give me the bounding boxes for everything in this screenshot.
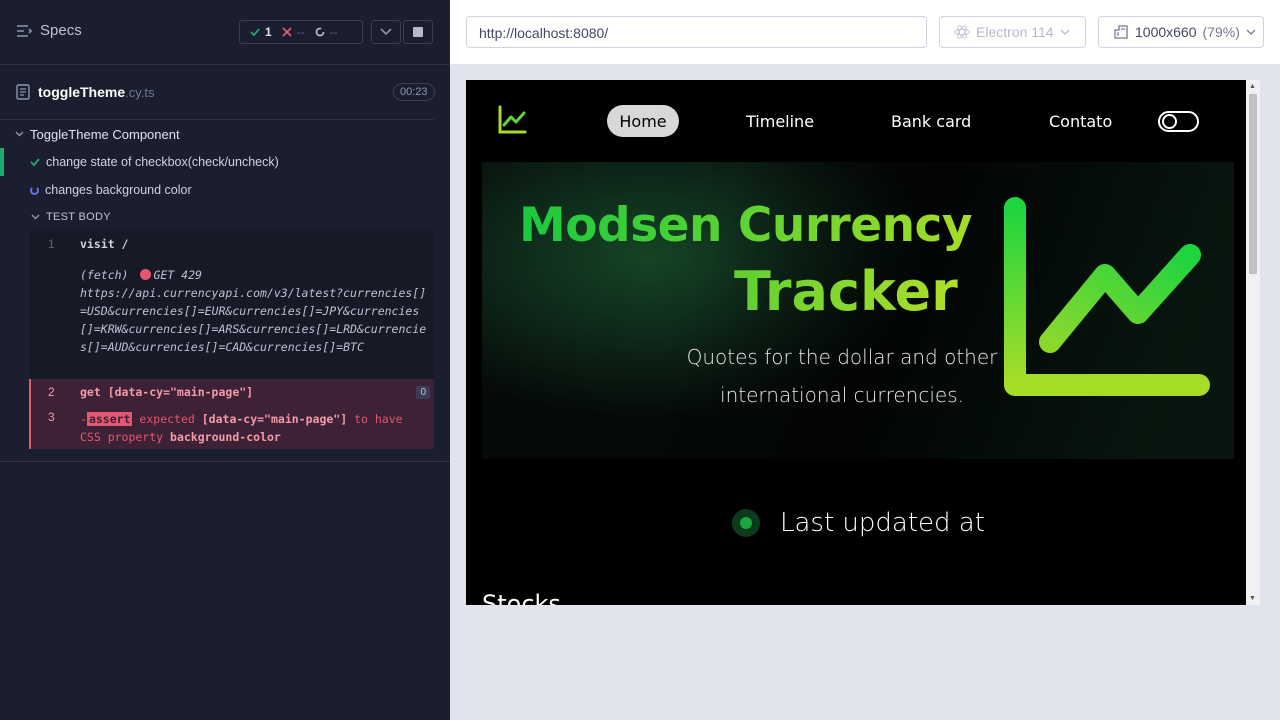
failed-stat: -- xyxy=(282,25,305,39)
assert-message: - assert expected [data-cy="main-page"] t… xyxy=(80,412,403,444)
fetch-log: (fetch) GET 429 https://api.currencyapi.c… xyxy=(80,266,428,356)
toggle-knob xyxy=(1162,114,1177,129)
pending-stat: -- xyxy=(315,25,338,39)
hero-title-line2: Tracker xyxy=(734,260,958,323)
passed-stat: 1 xyxy=(250,25,272,39)
element-count-badge: 0 xyxy=(416,386,430,399)
spec-file-ext: .cy.ts xyxy=(125,85,155,100)
fetch-url: https://api.currencyapi.com/v3/latest?cu… xyxy=(80,286,427,354)
nav-timeline[interactable]: Timeline xyxy=(746,105,814,137)
specs-label: Specs xyxy=(40,22,82,39)
command-number: 3 xyxy=(48,410,55,424)
test-title: changes background color xyxy=(45,183,192,197)
nav-home[interactable]: Home xyxy=(607,105,679,137)
check-icon xyxy=(30,158,40,167)
chevron-down-icon xyxy=(15,131,24,137)
spec-duration: 00:23 xyxy=(393,83,435,101)
viewport-size: 1000x660 xyxy=(1135,24,1197,40)
fetch-status: GET 429 xyxy=(153,268,202,282)
stop-button[interactable] xyxy=(403,20,433,44)
test-title: change state of checkbox(check/uncheck) xyxy=(46,155,279,169)
x-icon xyxy=(282,27,292,37)
specs-header: Specs 1 -- -- xyxy=(0,0,450,65)
app-scrollbar[interactable]: ▲ ▼ xyxy=(1246,80,1260,605)
suite-row[interactable]: ToggleTheme Component xyxy=(0,120,434,148)
last-updated: Last updated at xyxy=(732,508,985,538)
command-text: visit / xyxy=(80,237,129,251)
specs-toggle[interactable]: Specs xyxy=(16,22,82,39)
scroll-thumb[interactable] xyxy=(1249,94,1257,274)
hero-title-line1: Modsen Currency xyxy=(519,198,973,253)
test-row[interactable]: change state of checkbox(check/uncheck) xyxy=(0,148,434,176)
scroll-down-icon[interactable]: ▼ xyxy=(1249,595,1256,602)
command-text: get [data-cy="main-page"] xyxy=(80,385,254,399)
stop-icon xyxy=(413,27,423,37)
aut-toolbar: http://localhost:8080/ Electron 114 1000… xyxy=(450,0,1280,64)
chevron-down-icon xyxy=(31,214,40,220)
nav-contato[interactable]: Contato xyxy=(1049,105,1112,137)
url-bar[interactable]: http://localhost:8080/ xyxy=(466,16,927,48)
chevron-down-button[interactable] xyxy=(371,20,401,44)
last-updated-text: Last updated at xyxy=(780,508,985,538)
test-body-toggle[interactable]: TEST BODY xyxy=(0,204,434,230)
aut-panel: http://localhost:8080/ Electron 114 1000… xyxy=(450,0,1280,720)
command-number: 2 xyxy=(48,385,55,399)
viewport-select[interactable]: 1000x660 (79%) xyxy=(1098,16,1264,48)
browser-name: Electron 114 xyxy=(976,24,1054,40)
runner-panel: Specs 1 -- -- toggleTheme.cy.ts 00:23 To… xyxy=(0,0,450,720)
browser-select[interactable]: Electron 114 xyxy=(939,16,1086,48)
spec-file[interactable]: toggleTheme.cy.ts xyxy=(16,84,155,100)
app-navbar: Home Timeline Bank card Contato xyxy=(466,104,1246,138)
nav-bank-card[interactable]: Bank card xyxy=(891,105,971,137)
document-icon xyxy=(16,84,30,100)
fetch-label: (fetch) xyxy=(80,268,129,282)
status-dot-icon xyxy=(732,509,760,537)
check-icon xyxy=(250,28,260,37)
running-spinner-icon xyxy=(30,185,39,195)
command-assert[interactable]: 3 - assert expected [data-cy="main-page"]… xyxy=(29,405,434,449)
hero-banner: Modsen Currency Tracker Quotes for the d… xyxy=(482,162,1234,459)
specs-menu-icon xyxy=(17,24,32,37)
theme-toggle[interactable] xyxy=(1158,111,1199,132)
command-get[interactable]: 2 get [data-cy="main-page"] 0 xyxy=(29,379,434,405)
test-row[interactable]: changes background color xyxy=(0,176,434,204)
app-under-test: Home Timeline Bank card Contato Modsen C… xyxy=(466,80,1246,605)
chevron-down-icon xyxy=(380,28,392,36)
hero-subtitle: Quotes for the dollar and other internat… xyxy=(686,345,998,407)
chevron-down-icon xyxy=(1060,29,1070,35)
chart-logo-icon[interactable] xyxy=(497,104,527,136)
assert-keyword: assert xyxy=(86,412,133,426)
command-visit[interactable]: 1 visit / (fetch) GET 429 https://api.cur… xyxy=(29,231,434,379)
pending-icon xyxy=(315,27,325,37)
error-dot-icon xyxy=(140,269,152,280)
test-stats: 1 -- -- xyxy=(239,20,363,44)
ruler-icon xyxy=(1114,25,1128,39)
divider xyxy=(0,461,450,462)
command-log: 1 visit / (fetch) GET 429 https://api.cur… xyxy=(29,231,434,449)
test-body-label: TEST BODY xyxy=(46,211,111,223)
suite-title: ToggleTheme Component xyxy=(30,126,180,142)
chart-logo-icon xyxy=(1004,197,1210,396)
spec-file-header: toggleTheme.cy.ts 00:23 xyxy=(0,66,435,120)
command-number: 1 xyxy=(48,237,55,251)
scroll-up-icon[interactable]: ▲ xyxy=(1249,83,1256,90)
viewport-zoom: (79%) xyxy=(1202,24,1240,40)
chevron-down-icon xyxy=(1246,29,1256,35)
section-title: Stocks xyxy=(482,590,561,605)
electron-icon xyxy=(954,25,970,39)
test-tree: ToggleTheme Component change state of ch… xyxy=(0,120,434,230)
spec-file-name: toggleTheme xyxy=(38,84,126,100)
